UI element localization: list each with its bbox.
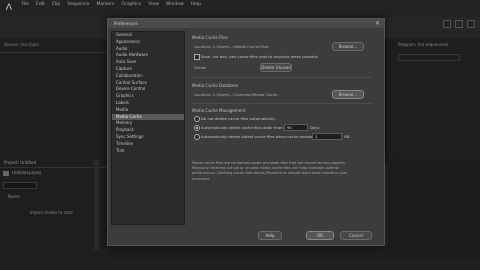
delete-unused-button[interactable]: Delete Unused bbox=[260, 63, 292, 72]
category-item-general[interactable]: General bbox=[112, 32, 184, 39]
category-item-media[interactable]: Media bbox=[112, 107, 184, 114]
media-cache-database-title: Media Cache Database bbox=[192, 83, 239, 88]
category-item-audio-hardware[interactable]: Audio Hardware bbox=[112, 52, 184, 59]
media-cache-settings: Media Cache Files Location: C:\Users\...… bbox=[192, 31, 378, 223]
menu-item-edit[interactable]: Edit bbox=[33, 1, 49, 8]
folder-icon bbox=[3, 170, 9, 176]
workspace-button-icon[interactable] bbox=[443, 20, 451, 28]
gb-unit: GB bbox=[344, 134, 350, 139]
media-cache-help-text: Media cache files are conformed audio an… bbox=[192, 161, 348, 181]
source-panel-title: Source: (no clips) bbox=[0, 38, 107, 53]
menu-item-clip[interactable]: Clip bbox=[48, 1, 64, 8]
program-panel-title: Program: (no sequences) bbox=[398, 42, 449, 47]
delete-older-than-label: Automatically delete cache files older t… bbox=[201, 125, 284, 130]
media-cache-files-title: Media Cache Files bbox=[192, 35, 228, 40]
ok-button[interactable]: OK bbox=[306, 231, 334, 240]
program-dropdown[interactable] bbox=[398, 54, 460, 61]
menu-item-markers[interactable]: Markers bbox=[93, 1, 118, 8]
search-icon[interactable] bbox=[455, 20, 463, 28]
cache-files-browse-button[interactable]: Browse... bbox=[332, 42, 364, 51]
dialog-footer: Help OK Cancel bbox=[108, 227, 384, 245]
app-logo-icon: Λ bbox=[5, 3, 13, 13]
menu-item-sequence[interactable]: Sequence bbox=[64, 1, 93, 8]
notifications-icon[interactable] bbox=[467, 20, 475, 28]
help-button[interactable]: Help bbox=[258, 231, 282, 240]
category-list: General Appearance Audio Audio Hardware Auto… bbox=[111, 31, 185, 225]
project-name: Untitled.prproj bbox=[12, 170, 41, 175]
save-next-to-originals-label: Save .cfa and .pek cache files next to o… bbox=[201, 54, 318, 59]
cancel-button[interactable]: Cancel bbox=[340, 231, 372, 240]
delete-when-exceeds-label: Automatically delete oldest cache files … bbox=[201, 134, 317, 139]
menu-items: File Edit Clip Sequence Markers Graphics View W… bbox=[18, 1, 204, 8]
category-item-sync-settings[interactable]: Sync Settings bbox=[112, 134, 184, 141]
delete-when-exceeds-radio[interactable] bbox=[194, 134, 200, 140]
import-hint: Import media to start bbox=[30, 210, 73, 215]
name-column-header[interactable]: Name bbox=[8, 194, 20, 199]
menu-item-help[interactable]: Help bbox=[187, 1, 204, 8]
category-item-memory[interactable]: Memory bbox=[112, 120, 184, 127]
program-monitor-panel: Program: (no sequences) bbox=[385, 38, 480, 158]
category-item-trim[interactable]: Trim bbox=[112, 148, 184, 155]
category-item-collaboration[interactable]: Collaboration bbox=[112, 73, 184, 80]
delete-older-than-radio[interactable] bbox=[194, 125, 200, 131]
menu-item-file[interactable]: File bbox=[18, 1, 33, 8]
cache-files-location: Location: C:\Users\...\Media Cache Files bbox=[194, 44, 269, 49]
section-divider bbox=[192, 103, 372, 104]
source-monitor-panel: Source: (no clips) bbox=[0, 38, 108, 156]
menu-item-graphics[interactable]: Graphics bbox=[118, 1, 145, 8]
tools-bar bbox=[94, 160, 99, 250]
category-item-device-control[interactable]: Device Control bbox=[112, 86, 184, 93]
project-panel: Project: Untitled Untitled.prproj Name I… bbox=[0, 158, 107, 258]
days-input[interactable]: 90 bbox=[284, 124, 308, 131]
project-search-input[interactable] bbox=[3, 182, 37, 189]
close-icon[interactable]: ✕ bbox=[375, 20, 380, 27]
section-divider bbox=[192, 77, 372, 78]
menu-item-window[interactable]: Window bbox=[162, 1, 187, 8]
category-item-timeline[interactable]: Timeline bbox=[112, 141, 184, 148]
gb-input[interactable]: 2 bbox=[312, 133, 342, 140]
category-item-capture[interactable]: Capture bbox=[112, 66, 184, 73]
category-item-audio[interactable]: Audio bbox=[112, 46, 184, 53]
category-item-graphics[interactable]: Graphics bbox=[112, 93, 184, 100]
save-next-to-originals-checkbox[interactable] bbox=[194, 54, 200, 60]
project-row: Untitled.prproj bbox=[3, 170, 41, 176]
category-item-appearance[interactable]: Appearance bbox=[112, 39, 184, 46]
menu-item-view[interactable]: View bbox=[145, 1, 163, 8]
category-item-playback[interactable]: Playback bbox=[112, 127, 184, 134]
category-item-labels[interactable]: Labels bbox=[112, 100, 184, 107]
menu-bar: Λ File Edit Clip Sequence Markers Graphics Vie… bbox=[0, 0, 480, 17]
status-bar bbox=[0, 258, 480, 270]
media-cache-management-title: Media Cache Management bbox=[192, 108, 246, 113]
cache-database-browse-button[interactable]: Browse... bbox=[332, 90, 364, 99]
days-unit: Days bbox=[310, 125, 320, 130]
cache-database-location: Location: C:\Users\...\Common\Media Cach… bbox=[194, 92, 278, 97]
category-item-auto-save[interactable]: Auto Save bbox=[112, 59, 184, 66]
dialog-title: Preferences bbox=[108, 19, 384, 28]
preferences-dialog: Preferences ✕ General Appearance Audio Audi… bbox=[107, 18, 385, 246]
category-item-media-cache[interactable]: Media Cache bbox=[112, 113, 184, 121]
no-auto-delete-radio[interactable] bbox=[194, 116, 200, 122]
project-tab[interactable]: Project: Untitled bbox=[0, 158, 107, 168]
category-item-control-surface[interactable]: Control Surface bbox=[112, 80, 184, 87]
no-auto-delete-label: Do not delete cache files automatically bbox=[201, 116, 276, 121]
delete-unused-caption: Delete bbox=[194, 65, 207, 70]
